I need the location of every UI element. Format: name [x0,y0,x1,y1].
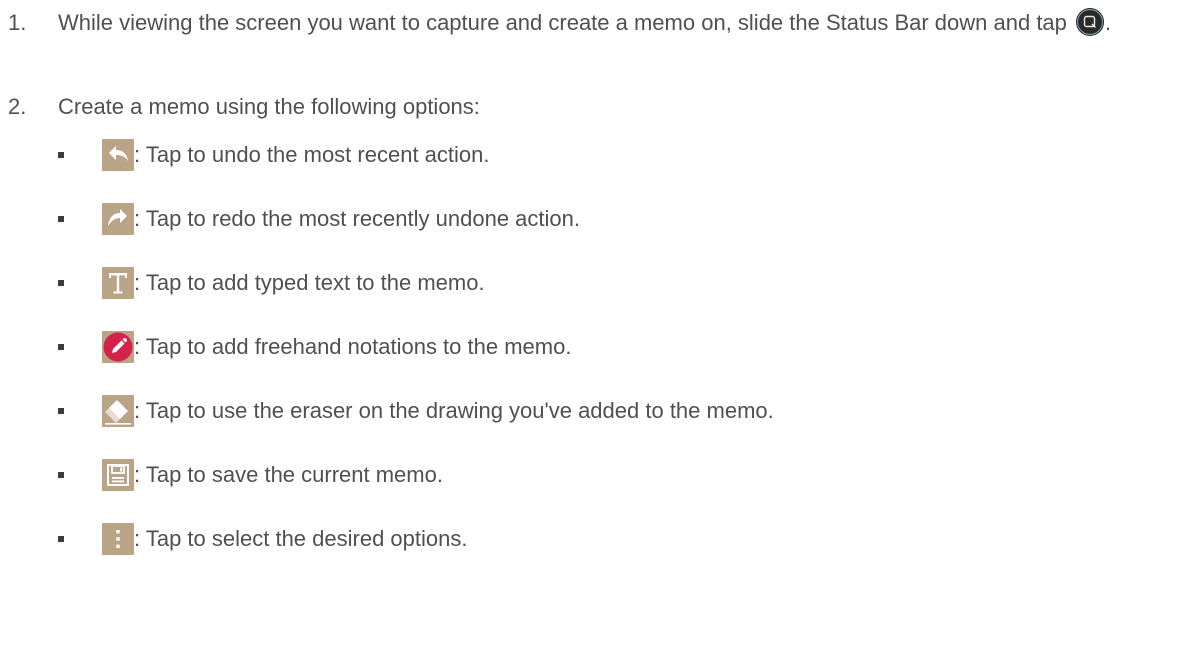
step-1-text-before: While viewing the screen you want to cap… [58,10,1074,35]
bullet-marker [58,152,64,158]
option-redo: : Tap to redo the most recently undone a… [58,202,580,236]
redo-arrow-icon [102,203,134,235]
option-save: : Tap to save the current memo. [58,458,443,492]
step-1-text-after: . [1105,10,1112,35]
undo-arrow-icon [102,139,134,171]
option-pen: : Tap to add freehand notations to the m… [58,330,571,364]
bullet-marker [58,472,64,478]
option-text: : Tap to add typed text to the memo. [58,266,485,300]
option-more: : Tap to select the desired options. [58,522,467,556]
eraser-icon [102,395,134,427]
option-more-text: : Tap to select the desired options. [134,526,468,551]
qmemo-circle-icon [1076,8,1105,36]
step-2-number: 2. [8,94,27,119]
bullet-marker [58,216,64,222]
save-floppy-icon [102,459,134,491]
text-t-icon [102,267,134,299]
step-1-number: 1. [8,10,27,35]
option-undo: : Tap to undo the most recent action. [58,138,489,172]
option-save-text: : Tap to save the current memo. [134,462,443,487]
bullet-marker [58,344,64,350]
option-eraser-text: : Tap to use the eraser on the drawing y… [134,398,774,423]
option-redo-text: : Tap to redo the most recently undone a… [134,206,580,231]
option-text-text: : Tap to add typed text to the memo. [134,270,485,295]
bullet-marker [58,536,64,542]
step-2-text: Create a memo using the following option… [58,94,480,119]
instructions-document: 1. While viewing the screen you want to … [0,0,1192,654]
more-options-vertical-dots-icon [102,523,134,555]
bullet-marker [58,408,64,414]
pen-red-circle-icon [102,331,134,363]
step-1-text: While viewing the screen you want to cap… [58,4,1168,42]
option-pen-text: : Tap to add freehand notations to the m… [134,334,572,359]
option-undo-text: : Tap to undo the most recent action. [134,142,490,167]
option-eraser: : Tap to use the eraser on the drawing y… [58,394,774,428]
bullet-marker [58,280,64,286]
